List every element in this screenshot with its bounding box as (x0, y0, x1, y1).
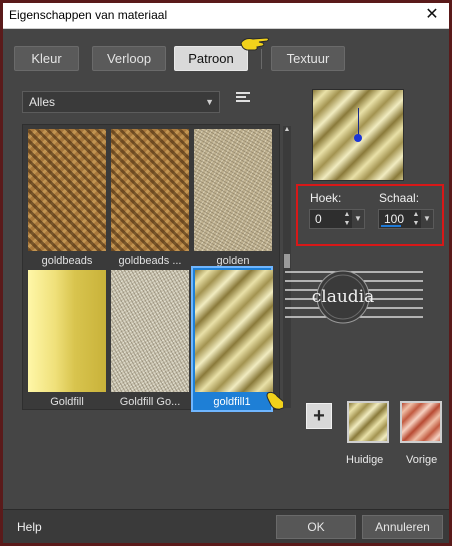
angle-handle[interactable] (354, 134, 362, 142)
material-properties-dialog: Kleur Verloop Patroon Textuur Alles ▼ go… (3, 29, 449, 543)
pattern-item-goldfill[interactable]: Goldfill (26, 268, 108, 410)
scroll-thumb[interactable] (284, 254, 290, 268)
scale-field[interactable]: 100 ▲ ▼ ▼ (378, 209, 434, 229)
tab-verloop[interactable]: Verloop (92, 46, 166, 71)
pattern-thumbnail (111, 129, 189, 251)
angle-needle (358, 108, 359, 136)
ok-button[interactable]: OK (276, 515, 356, 539)
pointer-hand-icon (240, 37, 269, 51)
scale-slider-bar (381, 225, 401, 227)
pattern-label: goldbeads ... (118, 255, 182, 267)
pattern-scrollbar[interactable]: ▲ (283, 126, 291, 408)
pattern-label: Goldfill Go... (119, 396, 181, 408)
scale-label: Schaal: (379, 191, 420, 205)
pattern-thumbnail (194, 129, 272, 251)
list-menu-icon[interactable] (236, 92, 250, 106)
menu-line (236, 96, 246, 98)
chevron-down-icon: ▼ (205, 97, 214, 107)
category-dropdown-value: Alles (29, 95, 56, 109)
title-bar: Eigenschappen van materiaal ✕ (3, 3, 449, 29)
menu-line (236, 100, 250, 102)
pattern-preview[interactable] (312, 89, 404, 181)
current-swatch-label: Huidige (346, 454, 384, 466)
scale-dropdown-icon[interactable]: ▼ (421, 210, 433, 228)
current-swatch[interactable] (347, 401, 389, 443)
angle-stepper[interactable]: ▲ ▼ (342, 210, 352, 228)
category-dropdown[interactable]: Alles ▼ (22, 91, 220, 113)
watermark-logo: claudia (285, 270, 423, 324)
help-button[interactable]: Help (17, 520, 42, 534)
pattern-item-goldbeads[interactable]: goldbeads (26, 127, 108, 269)
pattern-label: goldbeads (41, 255, 93, 267)
pattern-grid: goldbeads goldbeads ... golden Goldfill … (22, 124, 280, 412)
angle-value: 0 (315, 212, 322, 226)
scale-value: 100 (384, 212, 405, 226)
pattern-thumbnail (28, 129, 106, 251)
dialog-footer: Help OK Annuleren (3, 509, 449, 543)
scroll-up-icon[interactable]: ▲ (283, 126, 291, 134)
menu-line (236, 92, 250, 94)
add-swatch-button[interactable]: + (306, 403, 332, 429)
pattern-thumbnail (195, 270, 273, 392)
pattern-thumbnail (28, 270, 106, 392)
close-icon[interactable]: ✕ (421, 5, 443, 25)
tab-textuur[interactable]: Textuur (271, 46, 345, 71)
pattern-label: goldfill1 (213, 396, 251, 408)
pattern-item-golden[interactable]: golden (192, 127, 274, 269)
angle-field[interactable]: 0 ▲ ▼ ▼ (309, 209, 365, 229)
previous-swatch-label: Vorige (406, 454, 438, 466)
pattern-thumbnail (111, 270, 189, 392)
watermark-text: claudia (312, 287, 375, 307)
angle-dropdown-icon[interactable]: ▼ (352, 210, 364, 228)
tab-separator (261, 49, 262, 69)
cancel-button[interactable]: Annuleren (362, 515, 443, 539)
previous-swatch[interactable] (400, 401, 442, 443)
tab-kleur[interactable]: Kleur (14, 46, 79, 71)
pattern-item-goldfill-go[interactable]: Goldfill Go... (109, 268, 191, 410)
pattern-item-goldfill1[interactable]: goldfill1 (191, 266, 273, 412)
pattern-item-goldbeads-2[interactable]: goldbeads ... (109, 127, 191, 269)
scale-stepper[interactable]: ▲ ▼ (411, 210, 421, 228)
pattern-label: Goldfill (50, 396, 84, 408)
angle-label: Hoek: (310, 191, 342, 205)
tab-patroon[interactable]: Patroon (174, 46, 248, 71)
window-title: Eigenschappen van materiaal (9, 8, 168, 22)
